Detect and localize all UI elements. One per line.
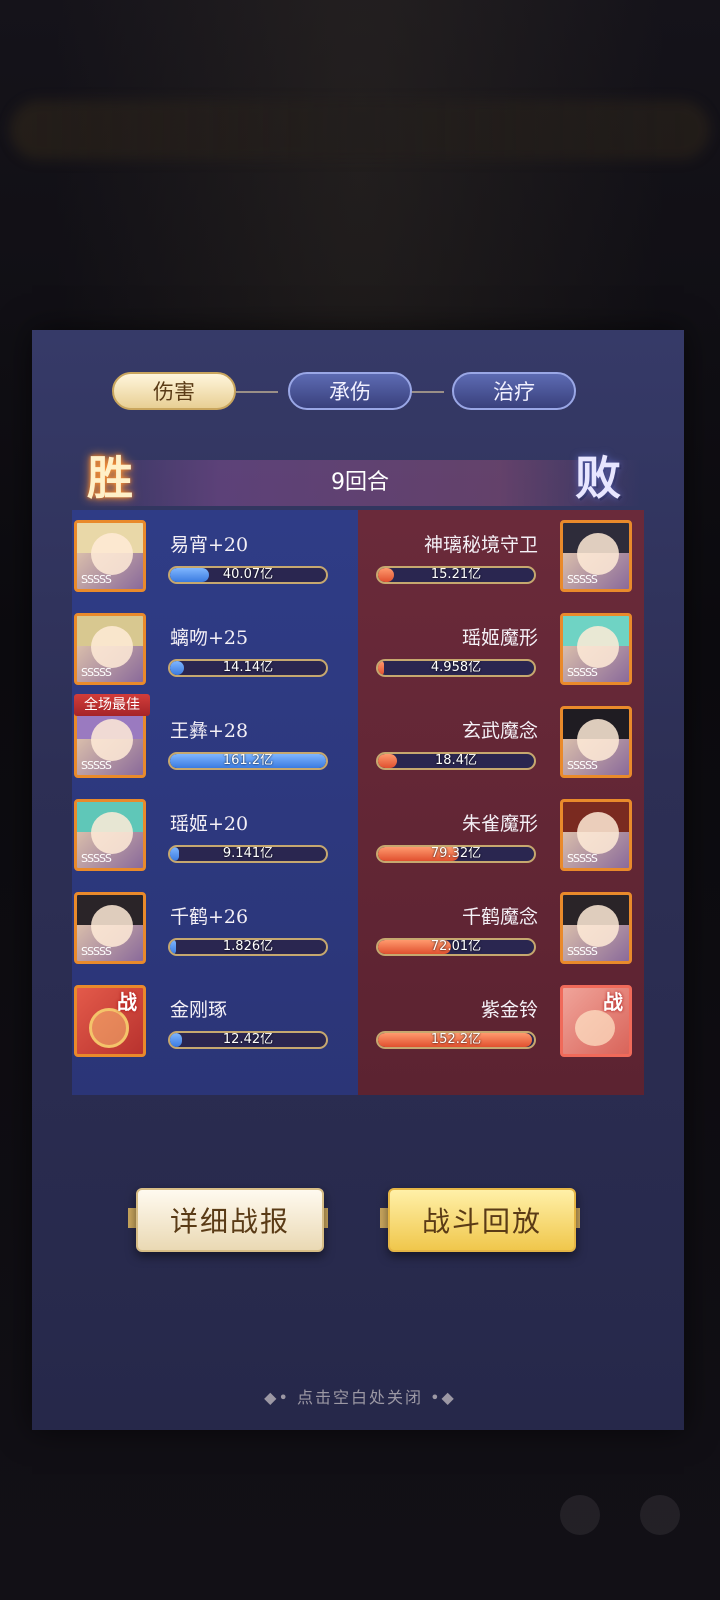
ally-name: 千鹤+26 xyxy=(170,906,249,928)
round-count: 9回合 xyxy=(331,470,389,495)
portrait-face xyxy=(91,626,133,668)
enemy-portrait[interactable]: SSSSS xyxy=(560,799,632,871)
victory-label: 胜 xyxy=(87,451,133,505)
enemy-name: 玄武魔念 xyxy=(461,720,538,742)
damage-value: 79.32亿 xyxy=(430,846,482,861)
defeat-label: 败 xyxy=(575,451,621,505)
portrait-face xyxy=(577,719,619,761)
damage-bar: 18.4亿 xyxy=(376,752,536,770)
damage-bar: 9.141亿 xyxy=(168,845,328,863)
damage-value: 15.21亿 xyxy=(430,567,482,582)
mvp-badge: 全场最佳 xyxy=(74,694,150,716)
enemy-portrait[interactable]: SSSSS xyxy=(560,892,632,964)
enemy-name: 瑶姬魔形 xyxy=(461,627,538,649)
damage-bar: 79.32亿 xyxy=(376,845,536,863)
tab-damage[interactable]: 伤害 xyxy=(112,372,236,410)
ally-name: 金刚琢 xyxy=(170,999,228,1021)
star-rank-icons: SSSSS xyxy=(567,666,598,679)
enemy-portrait[interactable]: SSSSS xyxy=(560,613,632,685)
ally-name: 瑶姬+20 xyxy=(170,813,249,835)
damage-bar: 72.01亿 xyxy=(376,938,536,956)
damage-value: 152.2亿 xyxy=(430,1032,482,1047)
star-rank-icons: SSSSS xyxy=(81,945,112,958)
background-icon xyxy=(560,1495,600,1535)
star-rank-icons: SSSSS xyxy=(81,573,112,586)
battle-item-badge: 战 xyxy=(117,990,137,1014)
detailed-report-button[interactable]: 详细战报 xyxy=(136,1188,324,1252)
damage-bar: 161.2亿 xyxy=(168,752,328,770)
ally-name: 易宵+20 xyxy=(170,534,249,556)
damage-value: 9.141亿 xyxy=(222,846,274,861)
damage-value: 14.14亿 xyxy=(222,660,274,675)
enemy-portrait[interactable]: SSSSS xyxy=(560,706,632,778)
damage-value: 1.826亿 xyxy=(222,939,274,954)
tab-bar: 伤害 承伤 治疗 xyxy=(112,372,604,412)
portrait-face xyxy=(91,533,133,575)
portrait-face xyxy=(577,626,619,668)
ally-portrait[interactable]: 战 xyxy=(74,985,146,1057)
damage-bar: 12.42亿 xyxy=(168,1031,328,1049)
tab-healing[interactable]: 治疗 xyxy=(452,372,576,410)
enemy-name: 朱雀魔形 xyxy=(461,813,538,835)
tab-damage-taken[interactable]: 承伤 xyxy=(288,372,412,410)
battle-item-badge: 战 xyxy=(603,990,623,1014)
ally-portrait[interactable]: SSSSS xyxy=(74,520,146,592)
damage-bar: 1.826亿 xyxy=(168,938,328,956)
ally-portrait[interactable]: SSSSS xyxy=(74,799,146,871)
star-rank-icons: SSSSS xyxy=(567,945,598,958)
star-rank-icons: SSSSS xyxy=(81,852,112,865)
damage-value: 18.4亿 xyxy=(435,753,477,768)
star-rank-icons: SSSSS xyxy=(567,759,598,772)
enemy-name: 紫金铃 xyxy=(480,999,538,1021)
enemy-name: 千鹤魔念 xyxy=(461,906,538,928)
portrait-face xyxy=(91,719,133,761)
background-icon xyxy=(640,1495,680,1535)
damage-bar: 15.21亿 xyxy=(376,566,536,584)
star-rank-icons: SSSSS xyxy=(81,759,112,772)
damage-bar: 4.958亿 xyxy=(376,659,536,677)
ally-portrait[interactable]: SSSSS xyxy=(74,613,146,685)
background-hud-strip xyxy=(10,100,710,160)
damage-bar: 40.07亿 xyxy=(168,566,328,584)
star-rank-icons: SSSSS xyxy=(567,573,598,586)
ally-portrait[interactable]: SSSSS xyxy=(74,706,146,778)
damage-value: 161.2亿 xyxy=(222,753,274,768)
damage-value: 12.42亿 xyxy=(222,1032,274,1047)
tab-divider xyxy=(236,391,278,393)
damage-value: 40.07亿 xyxy=(222,567,274,582)
battle-replay-button[interactable]: 战斗回放 xyxy=(388,1188,576,1252)
damage-value: 72.01亿 xyxy=(430,939,482,954)
damage-bar: 14.14亿 xyxy=(168,659,328,677)
portrait-face xyxy=(91,812,133,854)
star-rank-icons: SSSSS xyxy=(567,852,598,865)
portrait-face xyxy=(577,905,619,947)
portrait-face xyxy=(577,812,619,854)
ally-name: 螭吻+25 xyxy=(170,627,249,649)
portrait-face xyxy=(91,905,133,947)
enemy-name: 神璃秘境守卫 xyxy=(423,534,538,556)
ally-portrait[interactable]: SSSSS xyxy=(74,892,146,964)
enemy-portrait[interactable]: SSSSS xyxy=(560,520,632,592)
portrait-face xyxy=(577,533,619,575)
star-rank-icons: SSSSS xyxy=(81,666,112,679)
enemy-portrait[interactable]: 战 xyxy=(560,985,632,1057)
close-hint: ◆• 点击空白处关闭 •◆ xyxy=(264,1388,456,1407)
damage-bar: 152.2亿 xyxy=(376,1031,536,1049)
ally-name: 王彝+28 xyxy=(170,720,249,742)
damage-value: 4.958亿 xyxy=(430,660,482,675)
